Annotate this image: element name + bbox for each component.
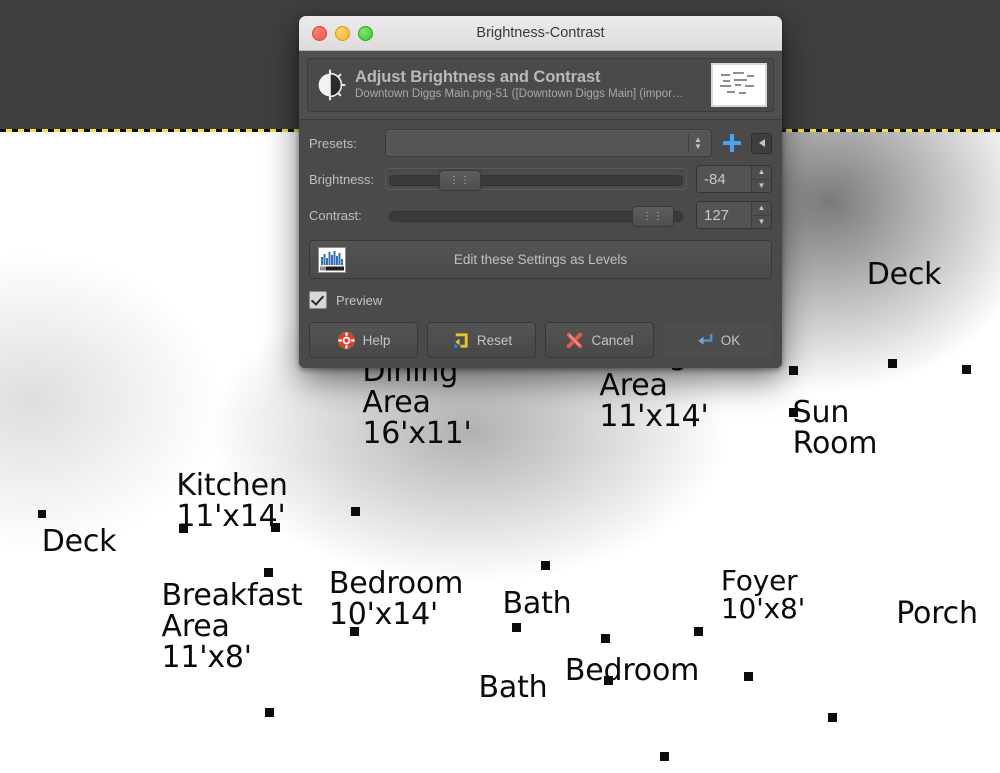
floorplan-marker [888, 359, 897, 368]
help-button[interactable]: Help [309, 322, 418, 358]
brightness-stepper[interactable]: ▲ ▼ [751, 166, 771, 192]
floorplan-marker [604, 676, 613, 685]
contrast-label: Contrast: [309, 207, 362, 223]
room-label-porch: Porch [896, 596, 978, 632]
dialog-header-text: Adjust Brightness and Contrast Downtown … [355, 67, 703, 102]
brightness-value[interactable]: -84 [697, 166, 751, 192]
preview-row[interactable]: Preview [309, 291, 772, 309]
contrast-stepper[interactable]: ▲ ▼ [751, 202, 771, 228]
app-root: DeckDining Area 16'x11'Living Area 11'x1… [0, 0, 1000, 773]
reset-button[interactable]: Reset [427, 322, 536, 358]
floorplan-marker [744, 672, 753, 681]
help-button-label: Help [362, 332, 391, 348]
floorplan-marker [271, 523, 280, 532]
reset-arrow-icon [453, 332, 468, 348]
plus-icon[interactable] [721, 132, 743, 154]
floorplan-marker [694, 627, 703, 636]
presets-label: Presets: [309, 135, 357, 151]
room-label-sun-room: Sun Room [792, 395, 878, 462]
lifering-icon [337, 331, 355, 349]
cancel-button[interactable]: Cancel [545, 322, 654, 358]
room-label-deck-left: Deck [41, 524, 117, 560]
floorplan-marker [350, 627, 359, 636]
floorplan-marker [789, 366, 798, 375]
dialog-header-inner: Adjust Brightness and Contrast Downtown … [307, 58, 774, 112]
preview-checkbox[interactable] [309, 291, 327, 309]
floorplan-marker [512, 623, 521, 632]
floorplan-marker [351, 507, 360, 516]
edit-as-levels-label: Edit these Settings as Levels [453, 252, 628, 267]
handle-grip-icon: ⋮⋮ [449, 174, 471, 186]
dialog-header-subtitle: Downtown Diggs Main.png-51 ([Downtown Di… [355, 87, 684, 100]
room-label-dining-area: Dining Area 16'x11' [362, 354, 472, 452]
contrast-step-up-icon[interactable]: ▲ [752, 202, 771, 216]
enter-arrow-icon [698, 333, 713, 345]
room-label-bedroom-left: Bedroom 10'x14' [328, 566, 464, 633]
handle-grip-icon: ⋮⋮ [642, 210, 664, 222]
floorplan-marker [789, 408, 798, 417]
dialog-header-title: Adjust Brightness and Contrast [355, 67, 601, 86]
floorplan-marker [38, 510, 46, 518]
room-label-breakfast-area: Breakfast Area 11'x8' [161, 578, 303, 676]
presets-row: Presets: ▲ ▼ [309, 129, 772, 157]
contrast-slider[interactable]: ⋮⋮ [385, 204, 687, 227]
reset-button-label: Reset [476, 332, 513, 348]
ok-button[interactable]: OK [663, 322, 772, 358]
brightness-slider-handle[interactable]: ⋮⋮ [439, 170, 481, 191]
floorplan-marker [265, 708, 274, 717]
brightness-spinbox[interactable]: -84 ▲ ▼ [696, 165, 772, 193]
room-label-bath-upper: Bath [502, 586, 572, 622]
brightness-contrast-icon [318, 69, 346, 101]
room-label-bath-lower: Bath [478, 670, 548, 706]
brightness-slider-track [389, 175, 683, 186]
floorplan-marker [601, 634, 610, 643]
ok-button-label: OK [720, 332, 741, 348]
room-label-deck-right: Deck [866, 257, 942, 293]
floorplan-marker [660, 752, 669, 761]
dialog-header: Adjust Brightness and Contrast Downtown … [299, 51, 782, 120]
contrast-step-down-icon[interactable]: ▼ [752, 216, 771, 229]
room-label-bedroom-lower: Bedroom [564, 653, 700, 689]
brightness-contrast-dialog: Brightness-Contrast Adjust Brightness an… [299, 16, 782, 368]
preview-label: Preview [336, 292, 383, 308]
brightness-label: Brightness: [309, 171, 375, 187]
contrast-value[interactable]: 127 [697, 202, 751, 228]
contrast-spinbox[interactable]: 127 ▲ ▼ [696, 201, 772, 229]
brightness-step-up-icon[interactable]: ▲ [752, 166, 771, 180]
floorplan-marker [541, 561, 550, 570]
dialog-titlebar[interactable]: Brightness-Contrast [299, 16, 782, 51]
dialog-action-buttons: Help Reset Cancel OK [309, 322, 772, 358]
preset-menu-icon[interactable] [751, 132, 772, 154]
floorplan-marker [962, 365, 971, 374]
presets-stepper-icon[interactable]: ▲ ▼ [688, 134, 707, 152]
edit-as-levels-button[interactable]: Edit these Settings as Levels [309, 240, 772, 279]
dialog-body: Presets: ▲ ▼ Brightness: ⋮⋮ -84 ▲ ▼ Cont… [299, 120, 782, 368]
brightness-slider[interactable]: ⋮⋮ [385, 168, 687, 191]
contrast-row: Contrast: ⋮⋮ 127 ▲ ▼ [309, 201, 772, 229]
cancel-button-label: Cancel [591, 332, 634, 348]
red-x-icon [567, 332, 583, 348]
room-label-foyer: Foyer 10'x8' [720, 563, 806, 626]
floorplan-marker [828, 713, 837, 722]
presets-combo[interactable]: ▲ ▼ [385, 129, 712, 157]
contrast-slider-handle[interactable]: ⋮⋮ [632, 206, 674, 227]
brightness-step-down-icon[interactable]: ▼ [752, 180, 771, 193]
brightness-row: Brightness: ⋮⋮ -84 ▲ ▼ [309, 165, 772, 193]
floorplan-marker [179, 524, 188, 533]
floorplan-marker [264, 568, 273, 577]
image-thumbnail [711, 63, 767, 107]
window-title: Brightness-Contrast [476, 25, 605, 41]
